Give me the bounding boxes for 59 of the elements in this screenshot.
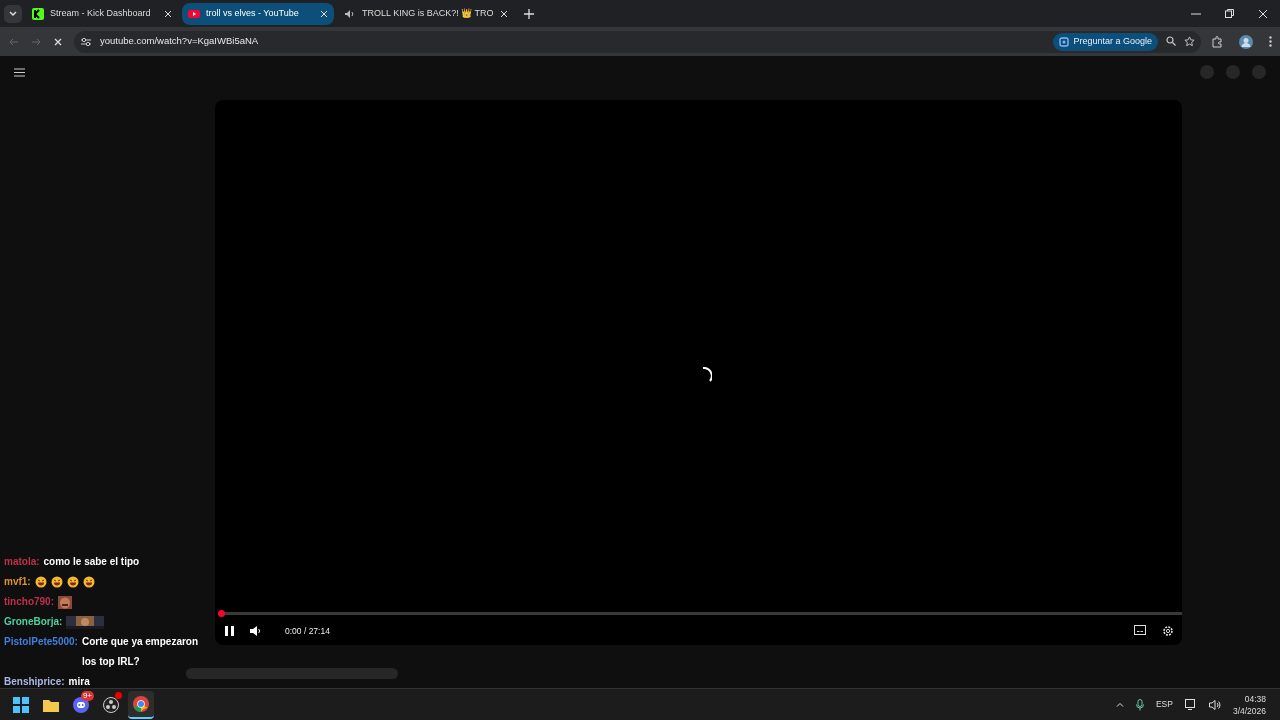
browser-tab[interactable]: troll vs elves - YouTube	[182, 2, 334, 25]
clock-time[interactable]: 04:38	[1232, 692, 1266, 705]
chat-username: matola:	[4, 555, 40, 569]
language-indicator[interactable]: ESP	[1155, 698, 1173, 711]
avatar-icon[interactable]	[1239, 34, 1253, 49]
more-icon[interactable]	[1269, 36, 1272, 47]
video-player[interactable]: 0:00 / 27:14	[215, 100, 1182, 645]
volume-icon[interactable]	[250, 626, 261, 636]
chat-username: tincho790:	[4, 595, 54, 609]
site-settings-icon[interactable]	[80, 36, 92, 47]
chat-message: como le sabe el tipo	[43, 555, 140, 569]
laughing-emoji-icon	[50, 576, 63, 588]
taskbar-app[interactable]: 9+	[68, 690, 94, 719]
laughing-emoji-icon	[82, 576, 95, 588]
bookmark-star-icon[interactable]	[1184, 36, 1195, 47]
laughing-emoji-icon	[66, 576, 79, 588]
start-icon	[12, 695, 30, 714]
microphone-icon[interactable]	[1135, 698, 1144, 711]
address-bar[interactable]: youtube.com/watch?v=KgaIWBi5aNA Preguntar a Google	[74, 30, 1201, 53]
taskbar-app[interactable]	[128, 690, 154, 719]
volume-icon[interactable]	[1208, 699, 1221, 710]
new-tab-icon[interactable]	[523, 8, 534, 19]
minimize-icon[interactable]	[1191, 12, 1201, 15]
zoom-icon[interactable]	[1166, 36, 1176, 46]
close-icon[interactable]	[499, 9, 508, 18]
chat-username: GroneBorja:	[4, 615, 63, 629]
kick-logo-icon	[32, 7, 44, 20]
notification-badge: 9+	[80, 690, 94, 701]
browser-tab[interactable]: TROLL KING is BACK?! 👑 TRO	[338, 2, 514, 25]
close-icon[interactable]	[320, 9, 328, 18]
chat-username: PistolPete5000:	[4, 635, 78, 649]
subtitles-icon[interactable]	[1134, 625, 1146, 635]
placeholder-circle	[1226, 65, 1240, 79]
progress-handle[interactable]	[218, 610, 225, 617]
laughing-emoji-icon	[34, 576, 47, 588]
chat-username: mvf1:	[4, 575, 31, 589]
restore-icon[interactable]	[1225, 9, 1234, 18]
close-icon[interactable]	[1258, 8, 1268, 19]
clock-date[interactable]: 3/4/2026	[1232, 704, 1266, 717]
network-icon[interactable]	[1184, 699, 1197, 710]
pause-icon[interactable]	[225, 626, 234, 636]
close-icon[interactable]	[164, 9, 172, 18]
lens-icon	[1059, 36, 1070, 47]
tab-list-icon[interactable]	[4, 4, 22, 23]
extensions-icon[interactable]	[1211, 35, 1223, 48]
browser-tab[interactable]: Stream - Kick Dashboard	[26, 2, 178, 25]
play-logo-icon	[188, 7, 200, 20]
chevron-up-icon[interactable]	[1115, 702, 1124, 707]
chat-message: Corte que ya empezaron los top IRL?	[81, 635, 200, 669]
ask-google-button[interactable]: Preguntar a Google	[1053, 32, 1158, 51]
settings-icon[interactable]	[1162, 625, 1174, 637]
browser-icon	[132, 694, 150, 713]
recorder-icon	[102, 695, 120, 714]
chat-message: mira	[68, 675, 90, 689]
time-display: 0:00 / 27:14	[285, 624, 330, 638]
chat-username: Benshiprice:	[4, 675, 65, 689]
menu-icon[interactable]	[14, 68, 25, 77]
placeholder-circle	[1252, 65, 1266, 79]
placeholder-circle	[1200, 65, 1214, 79]
